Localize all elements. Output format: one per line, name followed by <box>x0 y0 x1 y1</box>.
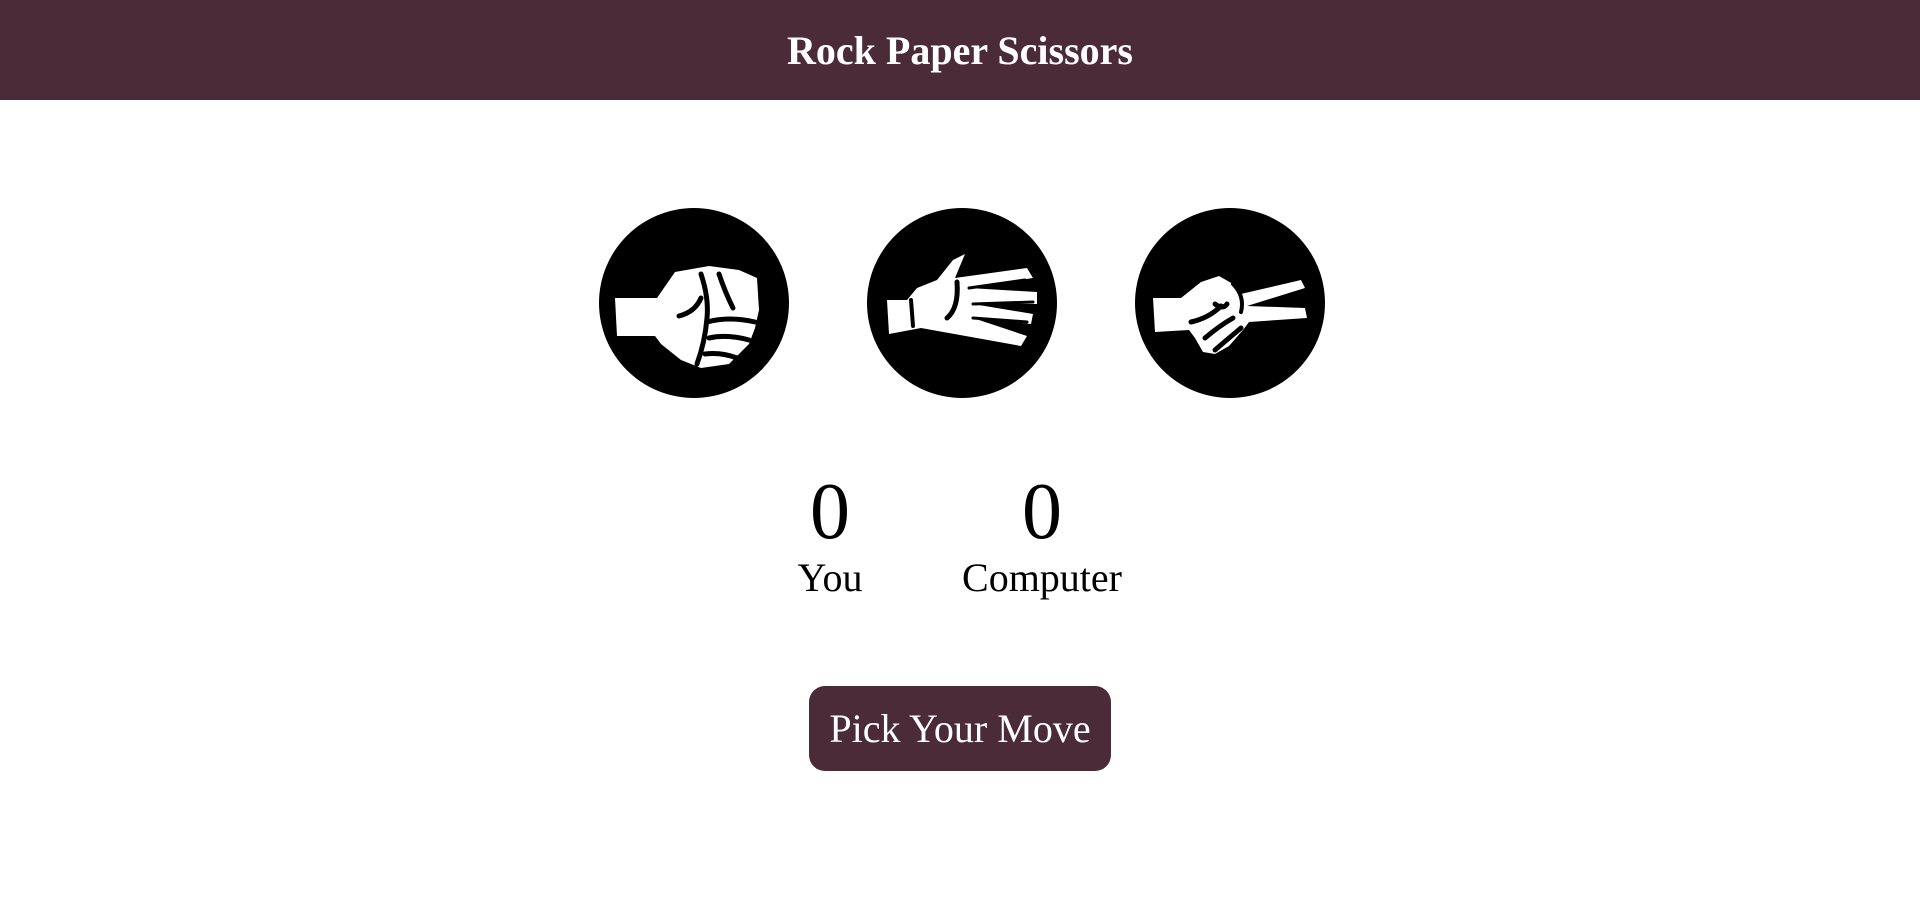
move-options <box>599 208 1325 398</box>
scissors-hand-icon <box>1153 276 1307 354</box>
computer-score: 0 Computer <box>962 472 1122 602</box>
computer-score-label: Computer <box>962 555 1122 600</box>
paper-hand-icon <box>887 254 1037 346</box>
app-header: Rock Paper Scissors <box>0 0 1920 100</box>
rock-hand-icon <box>615 266 759 368</box>
page-title: Rock Paper Scissors <box>787 27 1133 73</box>
player-score: 0 You <box>798 472 863 602</box>
player-score-label: You <box>797 555 863 600</box>
paper-button[interactable] <box>867 208 1057 398</box>
scissors-button[interactable] <box>1135 208 1325 398</box>
rock-button[interactable] <box>599 208 789 398</box>
computer-score-value: 0 <box>1021 468 1062 556</box>
player-score-value: 0 <box>809 468 850 556</box>
pick-move-button[interactable]: Pick Your Move <box>809 686 1111 771</box>
